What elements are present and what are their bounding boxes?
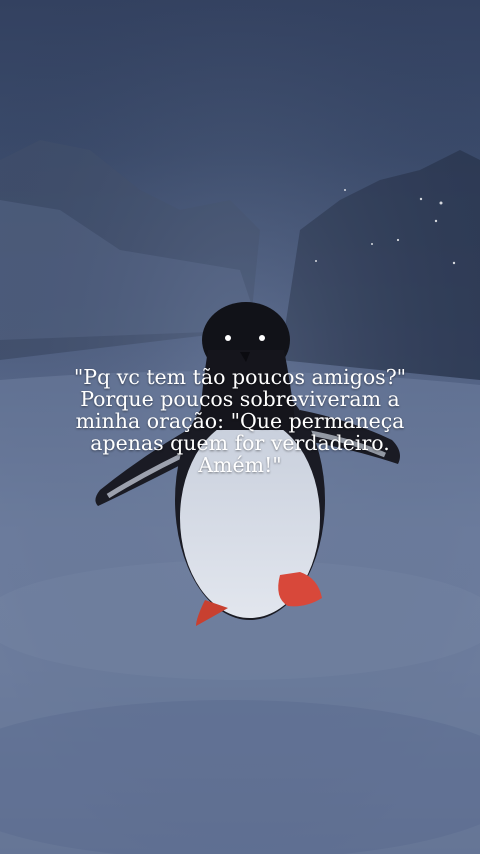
caption-line: Porque poucos sobreviveram a: [80, 387, 400, 411]
quote-caption: "Pq vc tem tão poucos amigos?" Porque po…: [60, 366, 420, 476]
caption-line: "Pq vc tem tão poucos amigos?": [73, 365, 407, 389]
caption-line: apenas quem for verdadeiro.: [90, 431, 390, 455]
caption-line: Amém!": [198, 453, 282, 477]
video-frame: "Pq vc tem tão poucos amigos?" Porque po…: [0, 0, 480, 854]
caption-line: minha oração: "Que permaneça: [75, 409, 405, 433]
